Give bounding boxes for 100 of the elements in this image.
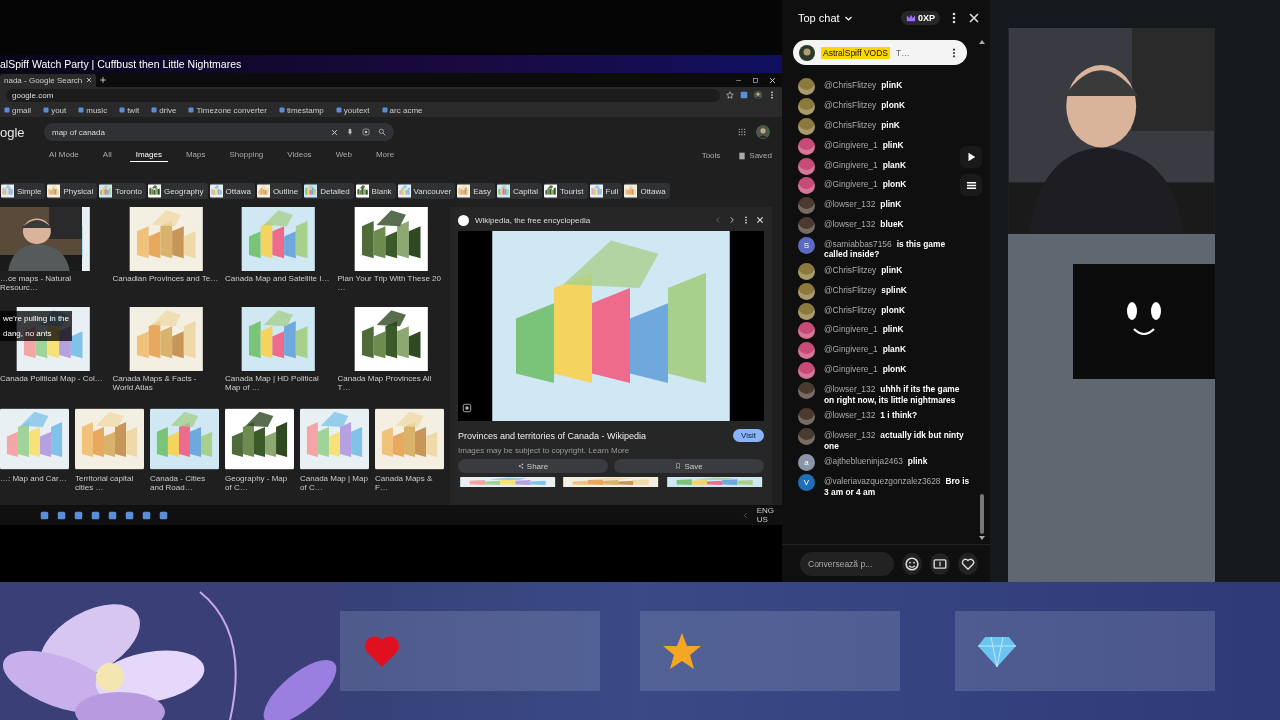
saved-link[interactable]: Saved [749, 151, 772, 160]
filter-chip[interactable]: Ottawa [624, 183, 670, 199]
chat-input-field[interactable]: Conversează p... [800, 551, 894, 576]
result-caption[interactable]: Canada Maps & Facts - World Atlas [112, 374, 219, 392]
tools-button[interactable]: Tools [701, 151, 721, 160]
bookmark-link[interactable]: twit [127, 105, 140, 115]
bookmark-link[interactable]: arc acme [389, 105, 423, 115]
filter-chip[interactable]: Easy [457, 183, 496, 199]
avatar-icon[interactable] [756, 125, 770, 139]
bookmark-link[interactable]: music [86, 105, 108, 115]
search-tab[interactable]: More [369, 149, 401, 162]
search-tab[interactable]: Videos [281, 149, 318, 162]
bookmark-icon [675, 463, 682, 469]
search-tab[interactable]: Images [129, 149, 168, 162]
language-indicator[interactable]: ENG [756, 506, 774, 515]
mic-icon[interactable] [346, 128, 354, 136]
chat-message: @ajtheblueninja2463 plink [824, 456, 928, 468]
close-icon[interactable] [968, 12, 980, 24]
result-caption[interactable]: Territorial capital cities … [75, 474, 144, 492]
clear-icon[interactable] [331, 128, 338, 136]
share-button[interactable]: Share [458, 459, 608, 473]
camera-icon[interactable] [362, 128, 370, 136]
emoji-button[interactable] [902, 552, 922, 575]
chat-message: @ChrisFlitzey plinK [824, 80, 903, 92]
search-tab[interactable]: Web [329, 149, 358, 162]
filter-chip[interactable]: Simple [1, 183, 46, 199]
result-caption[interactable]: Canada Map Provinces All T… [337, 374, 444, 392]
maximize-icon[interactable] [752, 76, 759, 84]
result-caption[interactable]: Plan Your Trip With These 20 … [337, 274, 444, 292]
chat-message: @ChrisFlitzey plonK [824, 100, 905, 111]
avatar: V [798, 474, 815, 491]
star-icon[interactable] [726, 91, 734, 99]
result-caption[interactable]: Canada Political Map - Col… [0, 374, 107, 383]
pinned-author: AstralSpiff VODS [821, 46, 891, 59]
chat-mode-dropdown[interactable]: Top chat [798, 12, 853, 24]
avatar: a [798, 454, 815, 472]
bookmark-link[interactable]: Timezone converter [196, 105, 267, 115]
close-icon[interactable] [769, 76, 776, 84]
new-tab-icon[interactable] [99, 75, 108, 85]
extension-icon[interactable] [740, 91, 748, 99]
bookmark-link[interactable]: drive [159, 105, 177, 115]
chat-message: @ChrisFlitzey pinK [824, 119, 900, 131]
search-icon[interactable] [378, 128, 386, 136]
filter-chip[interactable]: Ottawa [209, 183, 255, 199]
result-caption[interactable]: Geography - Map of C… [225, 474, 294, 492]
result-caption[interactable]: Canada Map | Map of C… [300, 474, 369, 492]
money-button[interactable] [930, 552, 950, 575]
result-caption[interactable]: Canada Map | HD Political Map of … [225, 374, 332, 392]
bookmark-link[interactable]: youtext [343, 105, 370, 115]
heart-button[interactable] [958, 552, 978, 575]
pinned-message[interactable]: AstralSpiff VODS T… [793, 40, 967, 65]
search-tab[interactable]: All [96, 149, 118, 162]
more-icon[interactable] [742, 216, 750, 224]
search-tab[interactable]: Shopping [223, 149, 270, 162]
result-caption[interactable]: Canada Map and Satellite I… [225, 274, 332, 283]
result-caption[interactable]: Canada - Cities and Road… [150, 474, 219, 492]
menu-icon[interactable] [768, 91, 776, 99]
search-field[interactable]: map of canada [44, 123, 394, 141]
filter-chip[interactable]: Detailed [304, 183, 354, 199]
filter-chip[interactable]: Tourist [543, 183, 588, 199]
save-button[interactable]: Save [614, 459, 764, 473]
source-name[interactable]: Wikipedia, the free encyclopedia [475, 215, 708, 225]
apps-icon[interactable] [738, 128, 746, 136]
close-icon[interactable] [756, 216, 764, 224]
region-indicator[interactable]: US [756, 515, 774, 524]
profile-icon[interactable] [754, 91, 762, 99]
result-caption[interactable]: …ce maps - Natural Resourc… [0, 274, 107, 292]
play-icon [966, 152, 976, 162]
bookmark-icon [335, 107, 342, 113]
star-icon [662, 631, 702, 671]
filter-chip[interactable]: Geography [147, 183, 208, 199]
filter-chip[interactable]: Physical [47, 183, 98, 199]
next-icon[interactable] [728, 216, 736, 224]
visit-button[interactable]: Visit [733, 429, 764, 442]
lens-icon[interactable] [462, 403, 472, 413]
close-icon[interactable] [86, 77, 93, 83]
bookmark-link[interactable]: yout [51, 105, 67, 115]
browser-tab[interactable]: nada - Google Search [0, 73, 97, 87]
result-caption[interactable]: …: Map and Car… [0, 474, 69, 483]
filter-chip[interactable]: Vancouver [397, 183, 456, 199]
filter-chip[interactable]: Capital [497, 183, 542, 199]
address-bar[interactable]: google.com [6, 88, 720, 102]
bookmark-link[interactable]: timestamp [286, 105, 324, 115]
result-caption[interactable]: Canada Maps & F… [375, 474, 444, 492]
search-tab[interactable]: AI Mode [43, 149, 85, 162]
menu-button[interactable] [960, 174, 982, 196]
search-tab[interactable]: Maps [179, 149, 212, 162]
filter-chip[interactable]: Blank [355, 183, 396, 199]
google-logo[interactable]: ogle [0, 124, 34, 140]
play-button[interactable] [960, 146, 982, 168]
bookmark-icon [119, 107, 126, 113]
result-title[interactable]: Provinces and territories of Canada - Wikipedia [458, 430, 647, 441]
filter-chip[interactable]: Outline [256, 183, 303, 199]
filter-chip[interactable]: Full [589, 183, 623, 199]
bookmark-link[interactable]: gmail [12, 105, 32, 115]
result-caption[interactable]: Canadian Provinces and Te… [112, 274, 219, 283]
filter-chip[interactable]: Toronto [99, 183, 146, 199]
xp-badge[interactable]: 0XP [901, 11, 940, 25]
heart-icon [961, 556, 975, 571]
bookmark-icon [43, 107, 50, 113]
